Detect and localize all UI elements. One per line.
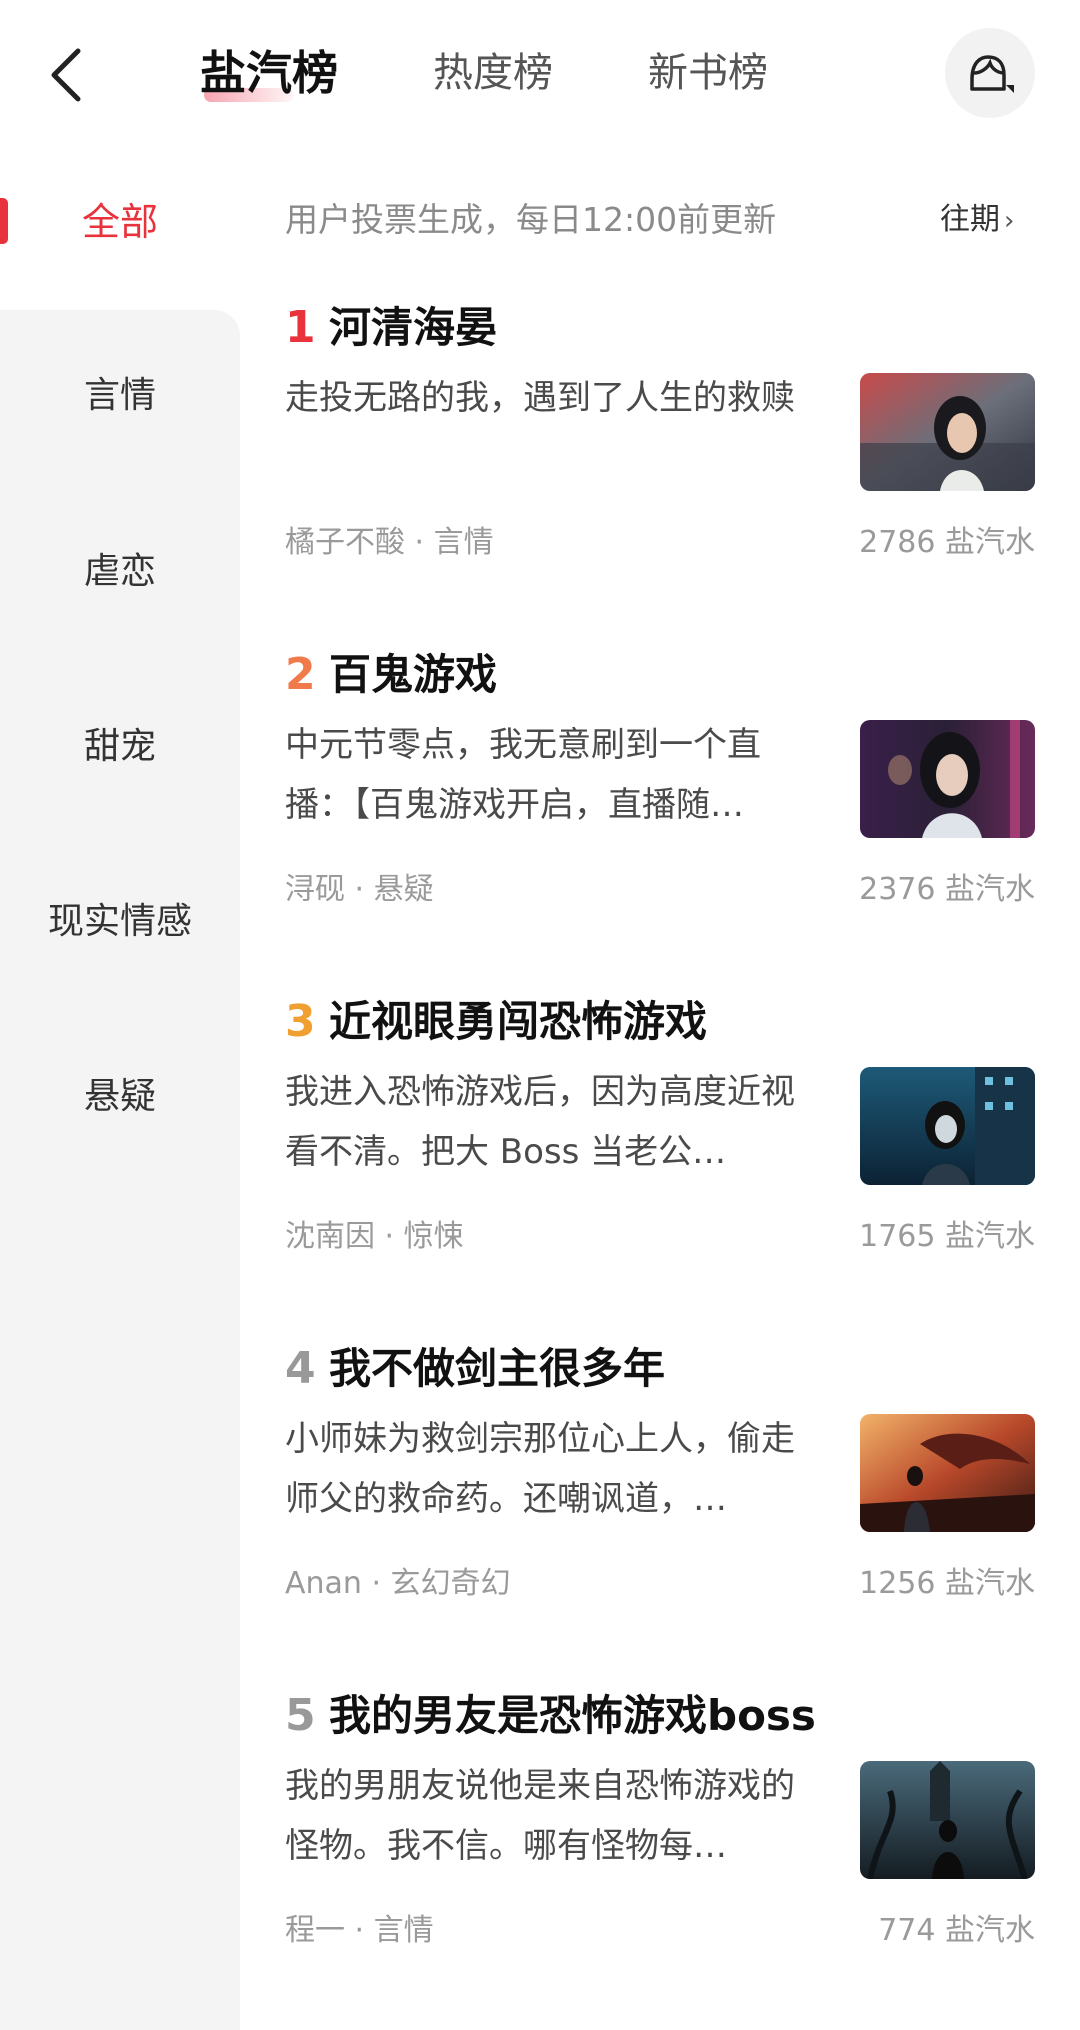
tab-hot[interactable]: 热度榜: [433, 38, 553, 108]
vote-count: 2376 盐汽水: [859, 872, 1035, 907]
sidebar-item-realistic-emotion[interactable]: 现实情感: [0, 892, 240, 952]
history-link[interactable]: 往期 ›: [940, 190, 1014, 251]
book-description: 走投无路的我，遇到了人生的救赎: [285, 378, 795, 418]
list-item[interactable]: 5 我的男友是恐怖游戏boss 我的男朋友说他是来自恐怖游戏的怪物。我不信。哪有…: [285, 1681, 1035, 1981]
book-description: 小师妹为救剑宗那位心上人，偷走师父的救命药。还嘲讽道，…: [285, 1419, 795, 1519]
vote-count: 1765 盐汽水: [859, 1219, 1035, 1254]
update-notice: 用户投票生成，每日12:00前更新: [285, 200, 777, 239]
back-button[interactable]: [40, 40, 90, 110]
book-title: 近视眼勇闯恐怖游戏: [329, 997, 708, 1046]
ranking-tabs: 盐汽榜 热度榜 新书榜: [200, 38, 863, 108]
book-author-genre: 橘子不酸 · 言情: [285, 525, 494, 560]
book-author-genre: 程一 · 言情: [285, 1913, 434, 1948]
book-author-genre: 沈南因 · 惊悚: [285, 1219, 464, 1254]
book-cover: [860, 1414, 1035, 1532]
rank-number: 4: [285, 1343, 316, 1394]
book-cover: [860, 1067, 1035, 1185]
book-title: 我不做剑主很多年: [329, 1344, 666, 1393]
sidebar-item-suspense[interactable]: 悬疑: [0, 1067, 240, 1127]
rank-number: 2: [285, 649, 316, 700]
sidebar-item-all[interactable]: 全部: [0, 192, 240, 252]
chevron-left-icon: [51, 48, 81, 102]
user-avatar-icon: [970, 55, 1014, 93]
book-description: 中元节零点，我无意刷到一个直播：【百鬼游戏开启，直播随…: [285, 725, 761, 825]
book-title: 我的男友是恐怖游戏boss: [329, 1691, 816, 1740]
tab-label: 热度榜: [433, 50, 553, 96]
history-label: 往期: [940, 202, 1000, 237]
tab-yanqi[interactable]: 盐汽榜: [200, 38, 338, 108]
chevron-right-icon: ›: [1004, 206, 1015, 236]
book-author-genre: Anan · 玄幻奇幻: [285, 1566, 511, 1601]
rank-number: 1: [285, 302, 316, 353]
tab-label: 盐汽榜: [200, 46, 338, 100]
book-cover: [860, 373, 1035, 491]
tab-label: 新书榜: [648, 50, 768, 96]
book-author-genre: 浔砚 · 悬疑: [285, 872, 434, 907]
book-title: 河清海晏: [329, 303, 498, 352]
book-cover: [860, 1761, 1035, 1879]
book-description: 我的男朋友说他是来自恐怖游戏的怪物。我不信。哪有怪物每…: [285, 1766, 795, 1866]
list-item[interactable]: 2 百鬼游戏 中元节零点，我无意刷到一个直播：【百鬼游戏开启，直播随… 浔砚 ·…: [285, 640, 1035, 940]
rank-number: 3: [285, 996, 316, 1047]
vote-count: 1256 盐汽水: [859, 1566, 1035, 1601]
vote-count: 2786 盐汽水: [859, 525, 1035, 560]
rank-number: 5: [285, 1690, 316, 1741]
book-description: 我进入恐怖游戏后，因为高度近视看不清。把大 Boss 当老公…: [285, 1072, 795, 1172]
list-item[interactable]: 4 我不做剑主很多年 小师妹为救剑宗那位心上人，偷走师父的救命药。还嘲讽道，… …: [285, 1334, 1035, 1634]
book-cover: [860, 720, 1035, 838]
vote-count: 774 盐汽水: [878, 1913, 1035, 1948]
book-title: 百鬼游戏: [329, 650, 498, 699]
sidebar-item-sweet[interactable]: 甜宠: [0, 717, 240, 777]
sidebar-item-angst[interactable]: 虐恋: [0, 542, 240, 602]
user-avatar-button[interactable]: [945, 28, 1035, 118]
sidebar-item-romance[interactable]: 言情: [0, 366, 240, 426]
top-bar: 盐汽榜 热度榜 新书榜: [0, 0, 1080, 150]
list-item[interactable]: 3 近视眼勇闯恐怖游戏 我进入恐怖游戏后，因为高度近视看不清。把大 Boss 当…: [285, 987, 1035, 1287]
tab-new-books[interactable]: 新书榜: [648, 38, 768, 108]
list-item[interactable]: 1 河清海晏 走投无路的我，遇到了人生的救赎 橘子不酸 · 言情 2786 盐汽…: [285, 293, 1035, 593]
category-sidebar: 全部 言情 虐恋 甜宠 现实情感 悬疑: [0, 150, 240, 2030]
